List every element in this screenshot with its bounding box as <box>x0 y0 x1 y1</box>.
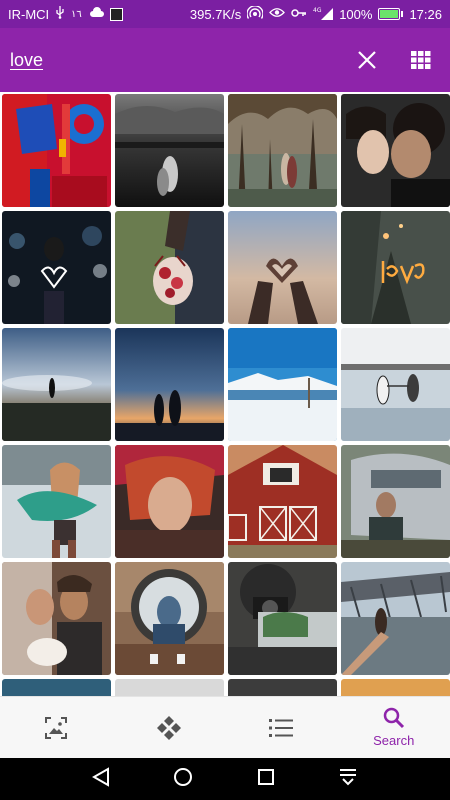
status-left: IR-MCI ١٦ <box>8 6 124 22</box>
battery-percent: 100% <box>339 6 373 22</box>
hotspot-icon <box>246 4 264 23</box>
image-tile[interactable] <box>228 445 337 558</box>
image-tile[interactable] <box>341 445 450 558</box>
image-tile[interactable] <box>115 328 224 441</box>
svg-text:١٦: ١٦ <box>71 9 82 19</box>
notifications-button[interactable] <box>338 768 358 791</box>
app-bar: love <box>0 28 450 92</box>
signal-label: 4G <box>313 7 322 14</box>
search-icon <box>383 707 404 729</box>
recents-button[interactable] <box>257 768 275 791</box>
signal-icon: 4G <box>313 6 334 23</box>
bottom-navigation: Search <box>0 696 450 758</box>
clock: 17:26 <box>409 6 442 22</box>
app-bar-actions <box>354 47 440 73</box>
nav-item-images[interactable] <box>0 697 113 758</box>
nav-item-categories[interactable] <box>113 697 226 758</box>
app-notification-icon: ١٦ <box>71 7 84 22</box>
cloud-icon <box>90 7 105 21</box>
image-tile[interactable] <box>115 94 224 207</box>
grid-view-icon <box>411 51 431 69</box>
nav-item-search[interactable]: Search <box>338 697 450 758</box>
network-speed: 395.7K/s <box>189 6 242 22</box>
image-tile[interactable] <box>341 211 450 324</box>
image-tile[interactable] <box>341 562 450 675</box>
grid-view-button[interactable] <box>408 47 434 73</box>
screen: IR-MCI ١٦ 395.7K/s 4G 100% 17:26 love Se… <box>0 0 450 800</box>
image-tile[interactable] <box>228 679 337 696</box>
carrier-name: IR-MCI <box>8 6 50 22</box>
home-icon <box>174 767 193 786</box>
image-tile[interactable] <box>228 328 337 441</box>
recents-icon <box>257 768 274 785</box>
close-button[interactable] <box>354 47 380 73</box>
image-tile[interactable] <box>228 211 337 324</box>
image-tile[interactable] <box>2 679 111 696</box>
nav-item-list[interactable] <box>225 697 338 758</box>
image-tile[interactable] <box>341 328 450 441</box>
image-tile[interactable] <box>2 328 111 441</box>
categories-icon <box>156 715 181 740</box>
image-icon <box>45 716 68 739</box>
status-bar: IR-MCI ١٦ 395.7K/s 4G 100% 17:26 <box>0 0 450 28</box>
nav-label-search: Search <box>373 733 415 748</box>
battery-icon <box>378 8 404 20</box>
image-tile[interactable] <box>115 211 224 324</box>
image-tile[interactable] <box>228 94 337 207</box>
image-tile[interactable] <box>341 94 450 207</box>
image-tile[interactable] <box>2 562 111 675</box>
image-tile[interactable] <box>115 679 224 696</box>
image-tile[interactable] <box>2 211 111 324</box>
image-tile[interactable] <box>341 679 450 696</box>
back-button[interactable] <box>91 766 110 792</box>
image-tile[interactable] <box>2 445 111 558</box>
close-icon <box>358 51 376 69</box>
list-icon <box>269 718 294 737</box>
system-navigation-bar <box>0 758 450 800</box>
image-tile[interactable] <box>115 562 224 675</box>
usb-icon <box>55 6 65 22</box>
image-tile[interactable] <box>228 562 337 675</box>
image-tile[interactable] <box>115 445 224 558</box>
eye-icon <box>269 7 286 21</box>
image-grid <box>0 92 450 696</box>
home-button[interactable] <box>173 767 193 792</box>
status-right: 395.7K/s 4G 100% 17:26 <box>189 4 442 23</box>
image-tile[interactable] <box>2 94 111 207</box>
key-icon <box>291 8 307 21</box>
back-icon <box>91 766 109 787</box>
notifications-icon <box>340 768 357 785</box>
app-icon <box>110 7 124 21</box>
search-query[interactable]: love <box>10 50 43 71</box>
